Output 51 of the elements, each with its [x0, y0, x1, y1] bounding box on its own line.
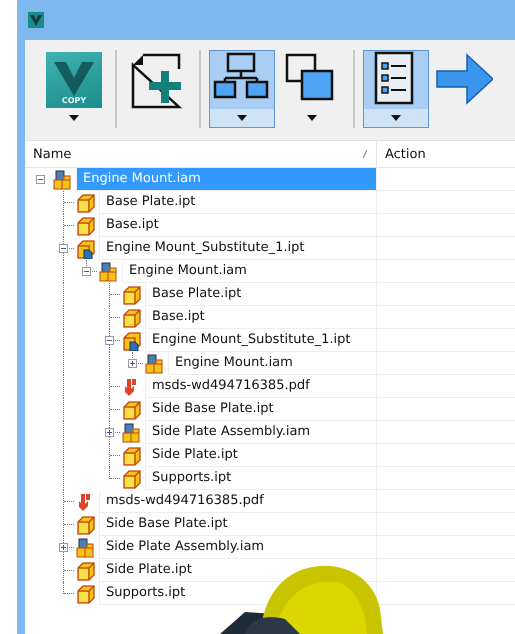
dropdown-caret-icon — [69, 115, 79, 121]
tree-item[interactable]: Base Plate.ipt — [145, 283, 376, 306]
tree-item[interactable]: Side Plate Assembly.iam — [99, 536, 376, 559]
tree-item[interactable]: Base.ipt — [145, 306, 376, 329]
part-cube-icon — [121, 468, 141, 488]
toolbar-button[interactable] — [363, 50, 429, 128]
tree-item[interactable]: Engine Mount_Substitute_1.ipt — [145, 329, 376, 352]
tree-item[interactable]: Base Plate.ipt — [99, 191, 376, 214]
dropdown-caret-icon — [307, 115, 317, 121]
tree-item[interactable]: msds-wd494716385.pdf — [99, 490, 376, 513]
part-cube-icon — [121, 400, 141, 420]
tree-item[interactable]: Side Base Plate.ipt — [99, 513, 376, 536]
tree-item[interactable]: Side Plate Assembly.iam — [145, 421, 376, 444]
assembly-cubes-icon — [75, 538, 95, 558]
part-cube-icon — [75, 514, 95, 534]
substitute-part-icon — [121, 330, 141, 350]
collapse-toggle[interactable] — [105, 336, 114, 345]
copy-logo-icon: COPY — [46, 52, 102, 108]
dropdown-caret-icon — [391, 115, 401, 121]
tree-item[interactable]: Engine Mount_Substitute_1.ipt — [99, 237, 376, 260]
assembly-cubes-icon — [52, 170, 72, 190]
tree-item[interactable]: Side Base Plate.ipt — [145, 398, 376, 421]
part-cube-icon — [121, 284, 141, 304]
dropdown-caret-icon — [237, 115, 247, 121]
tree-item[interactable]: Engine Mount.iam — [122, 260, 376, 283]
expand-toggle[interactable] — [59, 543, 68, 552]
expand-toggle[interactable] — [105, 428, 114, 437]
expand-toggle[interactable] — [128, 359, 137, 368]
part-cube-icon — [75, 584, 95, 604]
collapse-toggle[interactable] — [82, 267, 91, 276]
tree-item[interactable]: Engine Mount.iam — [168, 352, 376, 375]
app-logo-icon — [28, 12, 44, 28]
substitute-part-icon — [75, 238, 95, 258]
part-cube-icon — [75, 192, 95, 212]
assembly-cubes-icon — [144, 354, 164, 374]
tree-item[interactable]: Supports.ipt — [145, 467, 376, 490]
sort-icon — [362, 150, 368, 158]
part-cube-icon — [121, 446, 141, 466]
tree-item[interactable]: msds-wd494716385.pdf — [145, 375, 376, 398]
column-header[interactable]: Name — [25, 141, 377, 167]
collapse-toggle[interactable] — [36, 175, 45, 184]
column-header[interactable]: Action — [377, 141, 515, 167]
part-cube-icon — [75, 560, 95, 580]
collapse-toggle[interactable] — [59, 244, 68, 253]
tree-item[interactable]: Side Plate.ipt — [145, 444, 376, 467]
toolbar-button[interactable] — [209, 50, 275, 128]
part-cube-icon — [121, 308, 141, 328]
tree-item[interactable]: Base.ipt — [99, 214, 376, 237]
assembly-cubes-icon — [121, 422, 141, 442]
part-cube-icon — [75, 216, 95, 236]
assembly-cubes-icon — [98, 262, 118, 282]
